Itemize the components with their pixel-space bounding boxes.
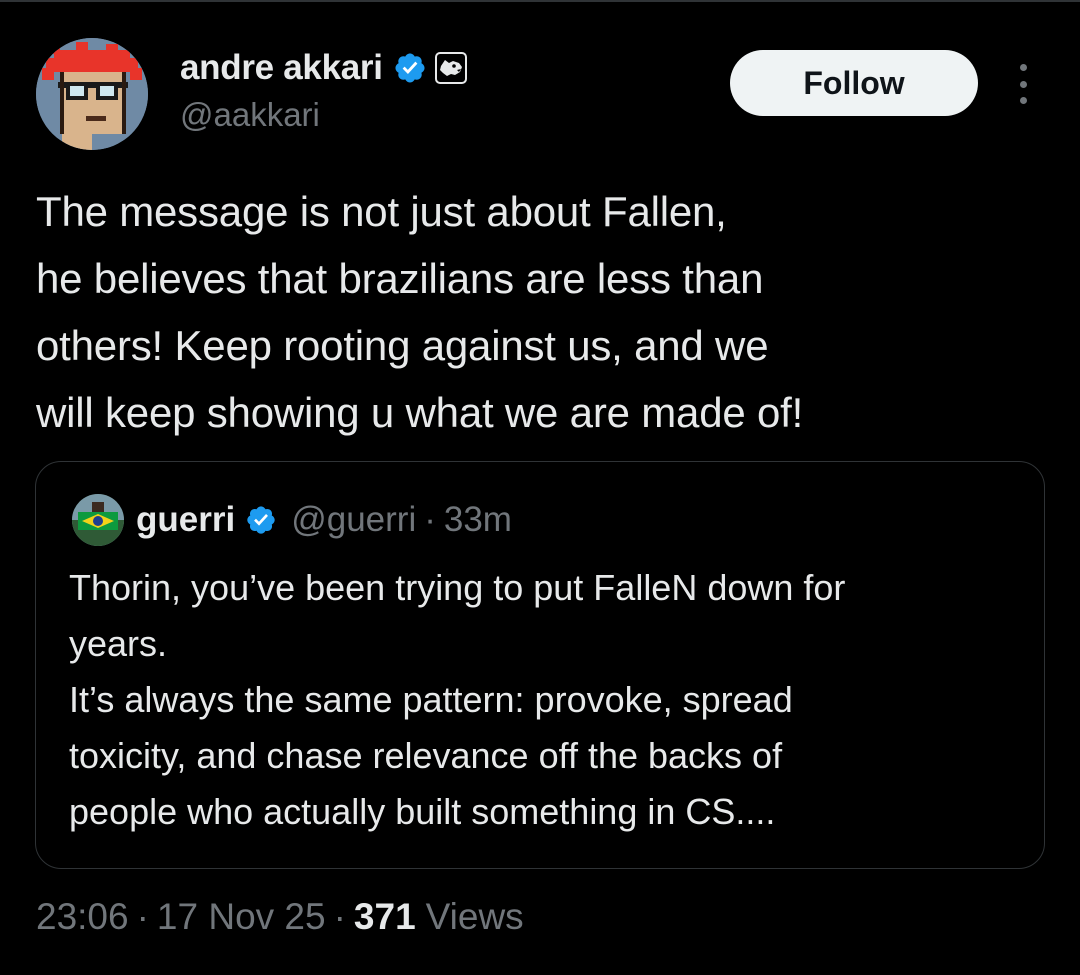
quoted-tweet-card[interactable]: guerri @guerri · 33m Thorin, you’ve been… [35, 461, 1045, 869]
author-display-name[interactable]: andre akkari [180, 48, 383, 88]
quote-display-name[interactable]: guerri [136, 500, 235, 540]
follow-button[interactable]: Follow [730, 50, 978, 116]
tweet-time[interactable]: 23:06 [36, 896, 129, 938]
quote-separator: · [424, 500, 436, 539]
panther-org-badge-icon[interactable] [434, 52, 467, 84]
top-divider [0, 0, 1080, 2]
pixel-punk-avatar-icon [36, 38, 148, 150]
verified-badge-icon [245, 504, 277, 536]
quote-timestamp[interactable]: 33m [444, 500, 512, 540]
author-handle[interactable]: @aakkari [180, 96, 320, 134]
meta-separator: · [333, 896, 346, 937]
views-label: Views [425, 896, 524, 937]
flag-avatar-icon [72, 494, 124, 546]
more-options-icon[interactable] [1010, 64, 1036, 104]
quote-header: guerri @guerri · 33m [136, 498, 512, 542]
more-dot [1019, 97, 1027, 104]
tweet-date[interactable]: 17 Nov 25 [157, 896, 326, 938]
verified-badge-icon[interactable] [393, 51, 427, 85]
quote-author-avatar[interactable] [72, 494, 124, 546]
quote-handle[interactable]: @guerri [291, 500, 416, 540]
quote-text: Thorin, you’ve been trying to put FalleN… [69, 567, 846, 832]
tweet-meta: 23:06 · 17 Nov 25 · 371 Views [36, 896, 524, 938]
more-dot [1019, 64, 1027, 71]
tweet-text: The message is not just about Fallen, he… [36, 188, 804, 436]
more-dot [1019, 80, 1027, 88]
author-name-row[interactable]: andre akkari [180, 46, 467, 90]
meta-separator: · [136, 896, 149, 937]
author-avatar[interactable] [36, 38, 148, 150]
views-count: 371 [353, 896, 416, 937]
